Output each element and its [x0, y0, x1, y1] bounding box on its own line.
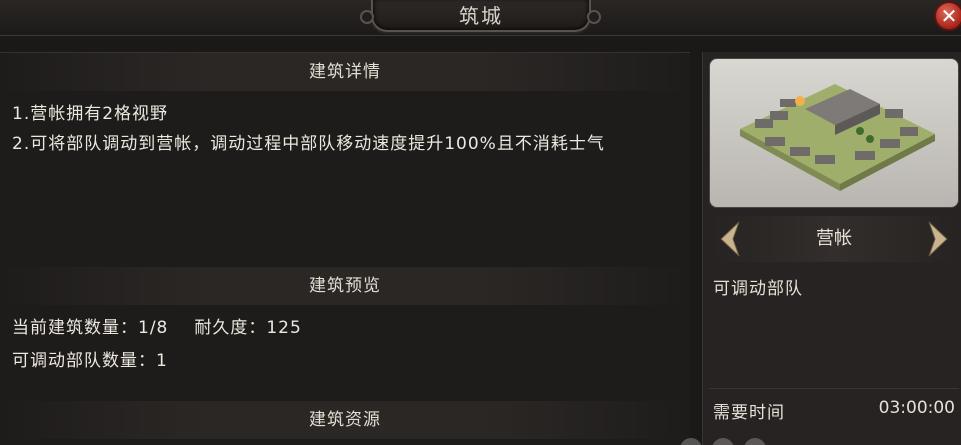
building-selector: 营帐 [709, 216, 959, 262]
details-line-1: 1.营帐拥有2格视野 [12, 104, 169, 124]
arrow-right-icon[interactable] [923, 220, 951, 258]
title-plate: 筑城 [371, 0, 591, 32]
count-value: 1/8 [138, 318, 169, 338]
right-panel: 营帐 可调动部队 需要时间 03:00:00 [702, 52, 961, 445]
left-panel: 建筑详情 1.营帐拥有2格视野 2.可将部队调动到营帐，调动过程中部队移动速度提… [0, 52, 690, 445]
time-label: 需要时间 [713, 403, 785, 423]
title-ornament-right [587, 10, 601, 24]
troops-label: 可调动部队数量： [12, 351, 156, 371]
camp-illustration [740, 84, 935, 191]
count-label: 当前建筑数量： [12, 318, 138, 338]
time-value: 03:00:00 [878, 398, 955, 418]
building-description: 可调动部队 [713, 279, 803, 299]
building-name: 营帐 [816, 228, 852, 249]
durability-label: 耐久度： [194, 318, 267, 338]
preview-row-1: 当前建筑数量：1/8 耐久度：125 [12, 313, 302, 338]
section-header-resources: 建筑资源 [0, 401, 690, 439]
troops-value: 1 [156, 351, 168, 371]
durability-value: 125 [266, 318, 302, 338]
title-bar: 筑城 ✕ [0, 0, 961, 36]
building-image [709, 58, 959, 208]
preview-row-2: 可调动部队数量：1 [12, 346, 168, 371]
details-text: 1.营帐拥有2格视野 2.可将部队调动到营帐，调动过程中部队移动速度提升100%… [12, 99, 682, 159]
close-icon: ✕ [940, 4, 958, 28]
close-button[interactable]: ✕ [934, 1, 961, 31]
section-header-preview: 建筑预览 [0, 267, 690, 305]
details-line-2: 2.可将部队调动到营帐，调动过程中部队移动速度提升100%且不消耗士气 [12, 134, 605, 154]
divider [709, 388, 959, 389]
window-title: 筑城 [459, 4, 503, 28]
section-header-details: 建筑详情 [0, 53, 690, 91]
title-ornament-left [360, 10, 374, 24]
